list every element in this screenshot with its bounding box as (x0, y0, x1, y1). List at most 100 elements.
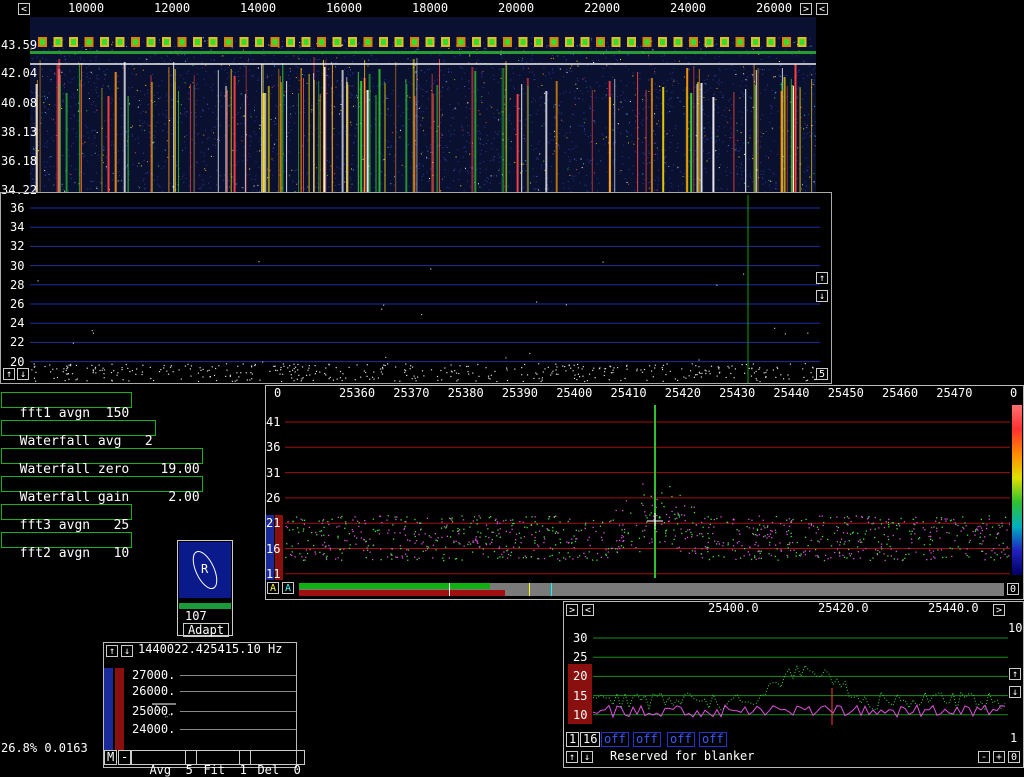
spectrum-point (66, 368, 67, 369)
hires-plus-button[interactable]: + (993, 751, 1005, 763)
baseband-point (923, 527, 924, 528)
baseband-point (702, 557, 703, 558)
baseband-point (857, 533, 858, 534)
baseband-point (661, 503, 662, 504)
param-fft2-avgn[interactable]: fft2 avgn 10 (1, 532, 132, 548)
hires-down-button[interactable]: ↓ (581, 751, 593, 763)
baseband-point (930, 552, 931, 553)
hires-scroll-up[interactable]: ↑ (1009, 668, 1021, 680)
freq-minus-button[interactable]: - (118, 750, 131, 765)
baseband-point (304, 520, 305, 521)
hires-far-right-arrow[interactable]: > (993, 604, 1005, 616)
baseband-point (395, 557, 396, 558)
baseband-frequency-tick: 25470 (936, 386, 972, 400)
spectrum-scroll-down[interactable]: ↓ (816, 290, 828, 302)
baseband-point (775, 532, 776, 533)
hires-off-4[interactable]: off (699, 732, 727, 747)
spectrum-up-button[interactable]: ↑ (3, 368, 15, 380)
baseband-point (581, 530, 582, 531)
param-waterfall-gain[interactable]: Waterfall gain 2.00 (1, 476, 203, 492)
baseband-level-bar[interactable] (299, 583, 1004, 596)
baseband-point (689, 553, 690, 554)
waterfall-blob-core (784, 39, 789, 45)
spectrum-point (378, 377, 379, 378)
hires-box-1[interactable]: 1 (566, 732, 579, 747)
baseband-frequency-tick: 25360 (339, 386, 375, 400)
waterfall-display[interactable] (30, 17, 816, 192)
baseband-tick: 36 (266, 440, 280, 454)
baseband-right-value: 0 (1010, 386, 1017, 400)
param-fft3-avgn[interactable]: fft3 avgn 25 (1, 504, 132, 520)
baseband-point (379, 516, 380, 517)
spectrum-point (254, 365, 255, 366)
waterfall-blob-core (505, 39, 510, 45)
param-waterfall-avg[interactable]: Waterfall avg 2 (1, 420, 156, 436)
param-fft1-avgn[interactable]: fft1 avgn 150 (1, 392, 132, 408)
baseband-point (571, 539, 572, 540)
baseband-point (544, 558, 545, 559)
hires-off-2[interactable]: off (633, 732, 661, 747)
baseband-point (946, 532, 947, 533)
baseband-a-button-2[interactable]: A (282, 582, 294, 594)
baseband-point (425, 550, 426, 551)
spectrum-point (807, 333, 808, 334)
param-label: fft3 avgn (20, 518, 90, 533)
param-value: 2.00 (168, 490, 199, 505)
baseband-point (701, 548, 702, 549)
baseband-point (555, 533, 556, 534)
waterfall-right-arrow[interactable]: > (800, 3, 812, 15)
adapt-button[interactable]: Adapt (183, 623, 229, 637)
baseband-point (761, 558, 762, 559)
baseband-point (441, 537, 442, 538)
baseband-point (652, 541, 653, 542)
freq-m-button[interactable]: M (104, 750, 117, 765)
polarization-widget[interactable]: R 107 Adapt (177, 540, 233, 636)
baseband-point (497, 558, 498, 559)
spectrum-point (68, 379, 69, 380)
spectrum-corner-value[interactable]: 5 (816, 368, 828, 380)
waterfall-far-left-arrow[interactable]: < (816, 3, 828, 15)
hires-minus-button[interactable]: - (978, 751, 990, 763)
spectrum-point (373, 372, 374, 373)
baseband-point (789, 544, 790, 545)
baseband-point (884, 527, 885, 528)
baseband-point (623, 547, 624, 548)
waterfall-blob-core (288, 39, 293, 45)
hires-box-16[interactable]: 16 (580, 732, 600, 747)
spectrum-point (751, 368, 752, 369)
spectrum-point (812, 377, 813, 378)
hires-zero-button[interactable]: 0 (1008, 751, 1020, 763)
hires-right-arrow[interactable]: < (582, 604, 594, 616)
spectrum-point (756, 378, 757, 379)
baseband-point (767, 527, 768, 528)
freq-up-button[interactable]: ↑ (106, 645, 118, 657)
baseband-frequency-tick: 25420 (665, 386, 701, 400)
hires-off-1[interactable]: off (601, 732, 629, 747)
baseband-graph[interactable] (285, 400, 1010, 580)
baseband-point (858, 541, 859, 542)
param-waterfall-zero[interactable]: Waterfall zero 19.00 (1, 448, 203, 464)
baseband-point (678, 514, 679, 515)
hires-off-3[interactable]: off (667, 732, 695, 747)
baseband-point (875, 517, 876, 518)
baseband-point (870, 560, 871, 561)
spectrum-point (141, 374, 142, 375)
del-box[interactable]: Del 0 (239, 750, 305, 765)
baseband-corner-value[interactable]: 0 (1007, 583, 1019, 595)
baseband-a-button-1[interactable]: A (267, 582, 279, 594)
spectrum-point (73, 343, 74, 344)
spectrum-scroll-up[interactable]: ↑ (816, 272, 828, 284)
baseband-point (661, 492, 662, 493)
hires-left-arrow[interactable]: > (566, 604, 578, 616)
waterfall-left-arrow[interactable]: < (18, 3, 30, 15)
freq-down-button[interactable]: ↓ (121, 645, 133, 657)
hires-up-button[interactable]: ↑ (566, 751, 578, 763)
baseband-point (534, 540, 535, 541)
baseband-point (336, 526, 337, 527)
spectrum-down-button[interactable]: ↓ (17, 368, 29, 380)
hires-scroll-down[interactable]: ↓ (1009, 686, 1021, 698)
baseband-point (791, 520, 792, 521)
hires-graph[interactable] (568, 620, 1008, 730)
waterfall-blob-core (397, 39, 402, 45)
baseband-point (888, 519, 889, 520)
